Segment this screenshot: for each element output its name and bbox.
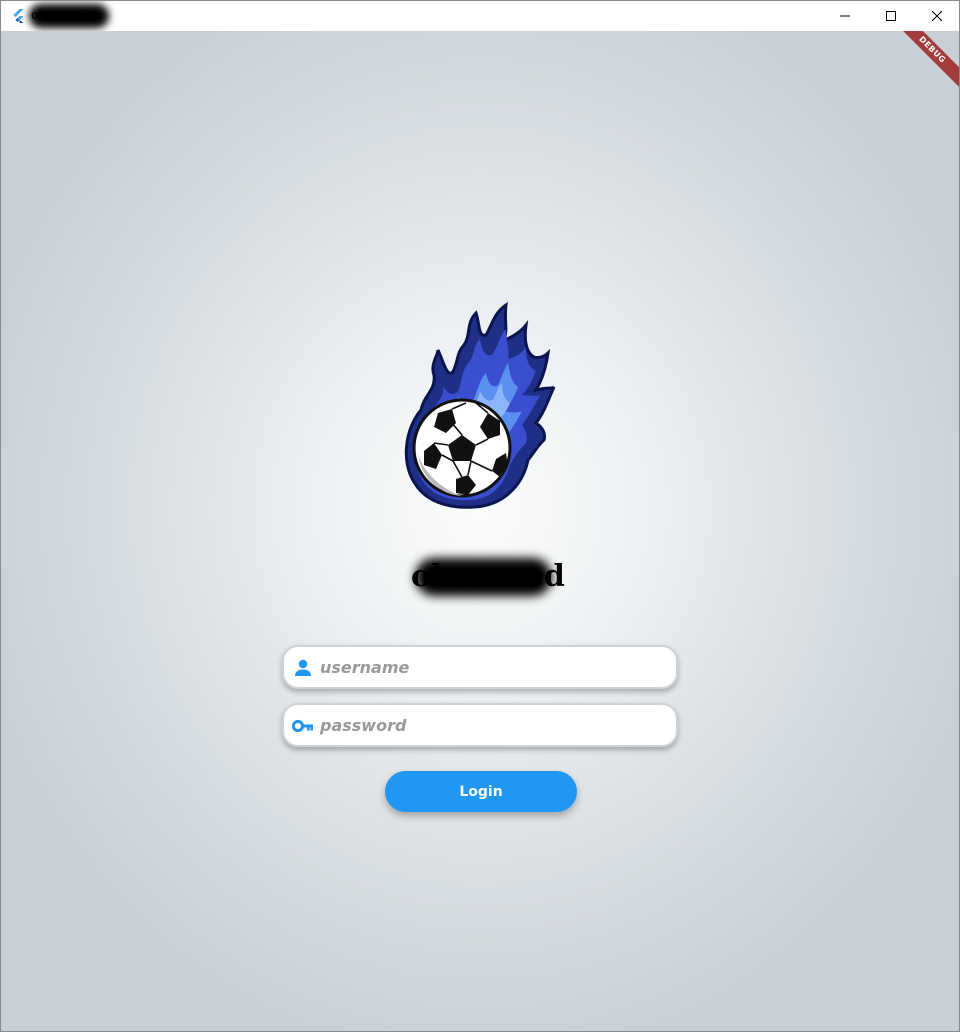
minimize-icon	[840, 15, 850, 17]
app-title-redaction	[415, 558, 552, 596]
title-bar: obscured	[1, 1, 959, 31]
app-window: obscured DEBUG	[0, 0, 960, 1032]
app-title: obscured	[411, 554, 565, 600]
password-input[interactable]	[320, 711, 660, 739]
debug-banner: DEBUG	[888, 31, 959, 94]
title-redaction	[29, 4, 109, 28]
key-icon	[292, 719, 313, 733]
password-field[interactable]	[282, 703, 678, 747]
maximize-icon	[886, 11, 896, 21]
maximize-button[interactable]	[868, 1, 914, 31]
flutter-logo-icon	[13, 9, 24, 23]
username-input[interactable]	[320, 653, 660, 681]
close-icon	[932, 11, 942, 21]
login-screen: DEBUG username Login	[1, 31, 959, 1031]
minimize-button[interactable]	[822, 1, 868, 31]
soccer-ball-flame-icon	[404, 301, 556, 509]
close-button[interactable]	[914, 1, 959, 31]
username-field[interactable]	[282, 645, 678, 689]
login-button[interactable]: Login	[385, 771, 577, 812]
person-icon	[295, 659, 311, 676]
